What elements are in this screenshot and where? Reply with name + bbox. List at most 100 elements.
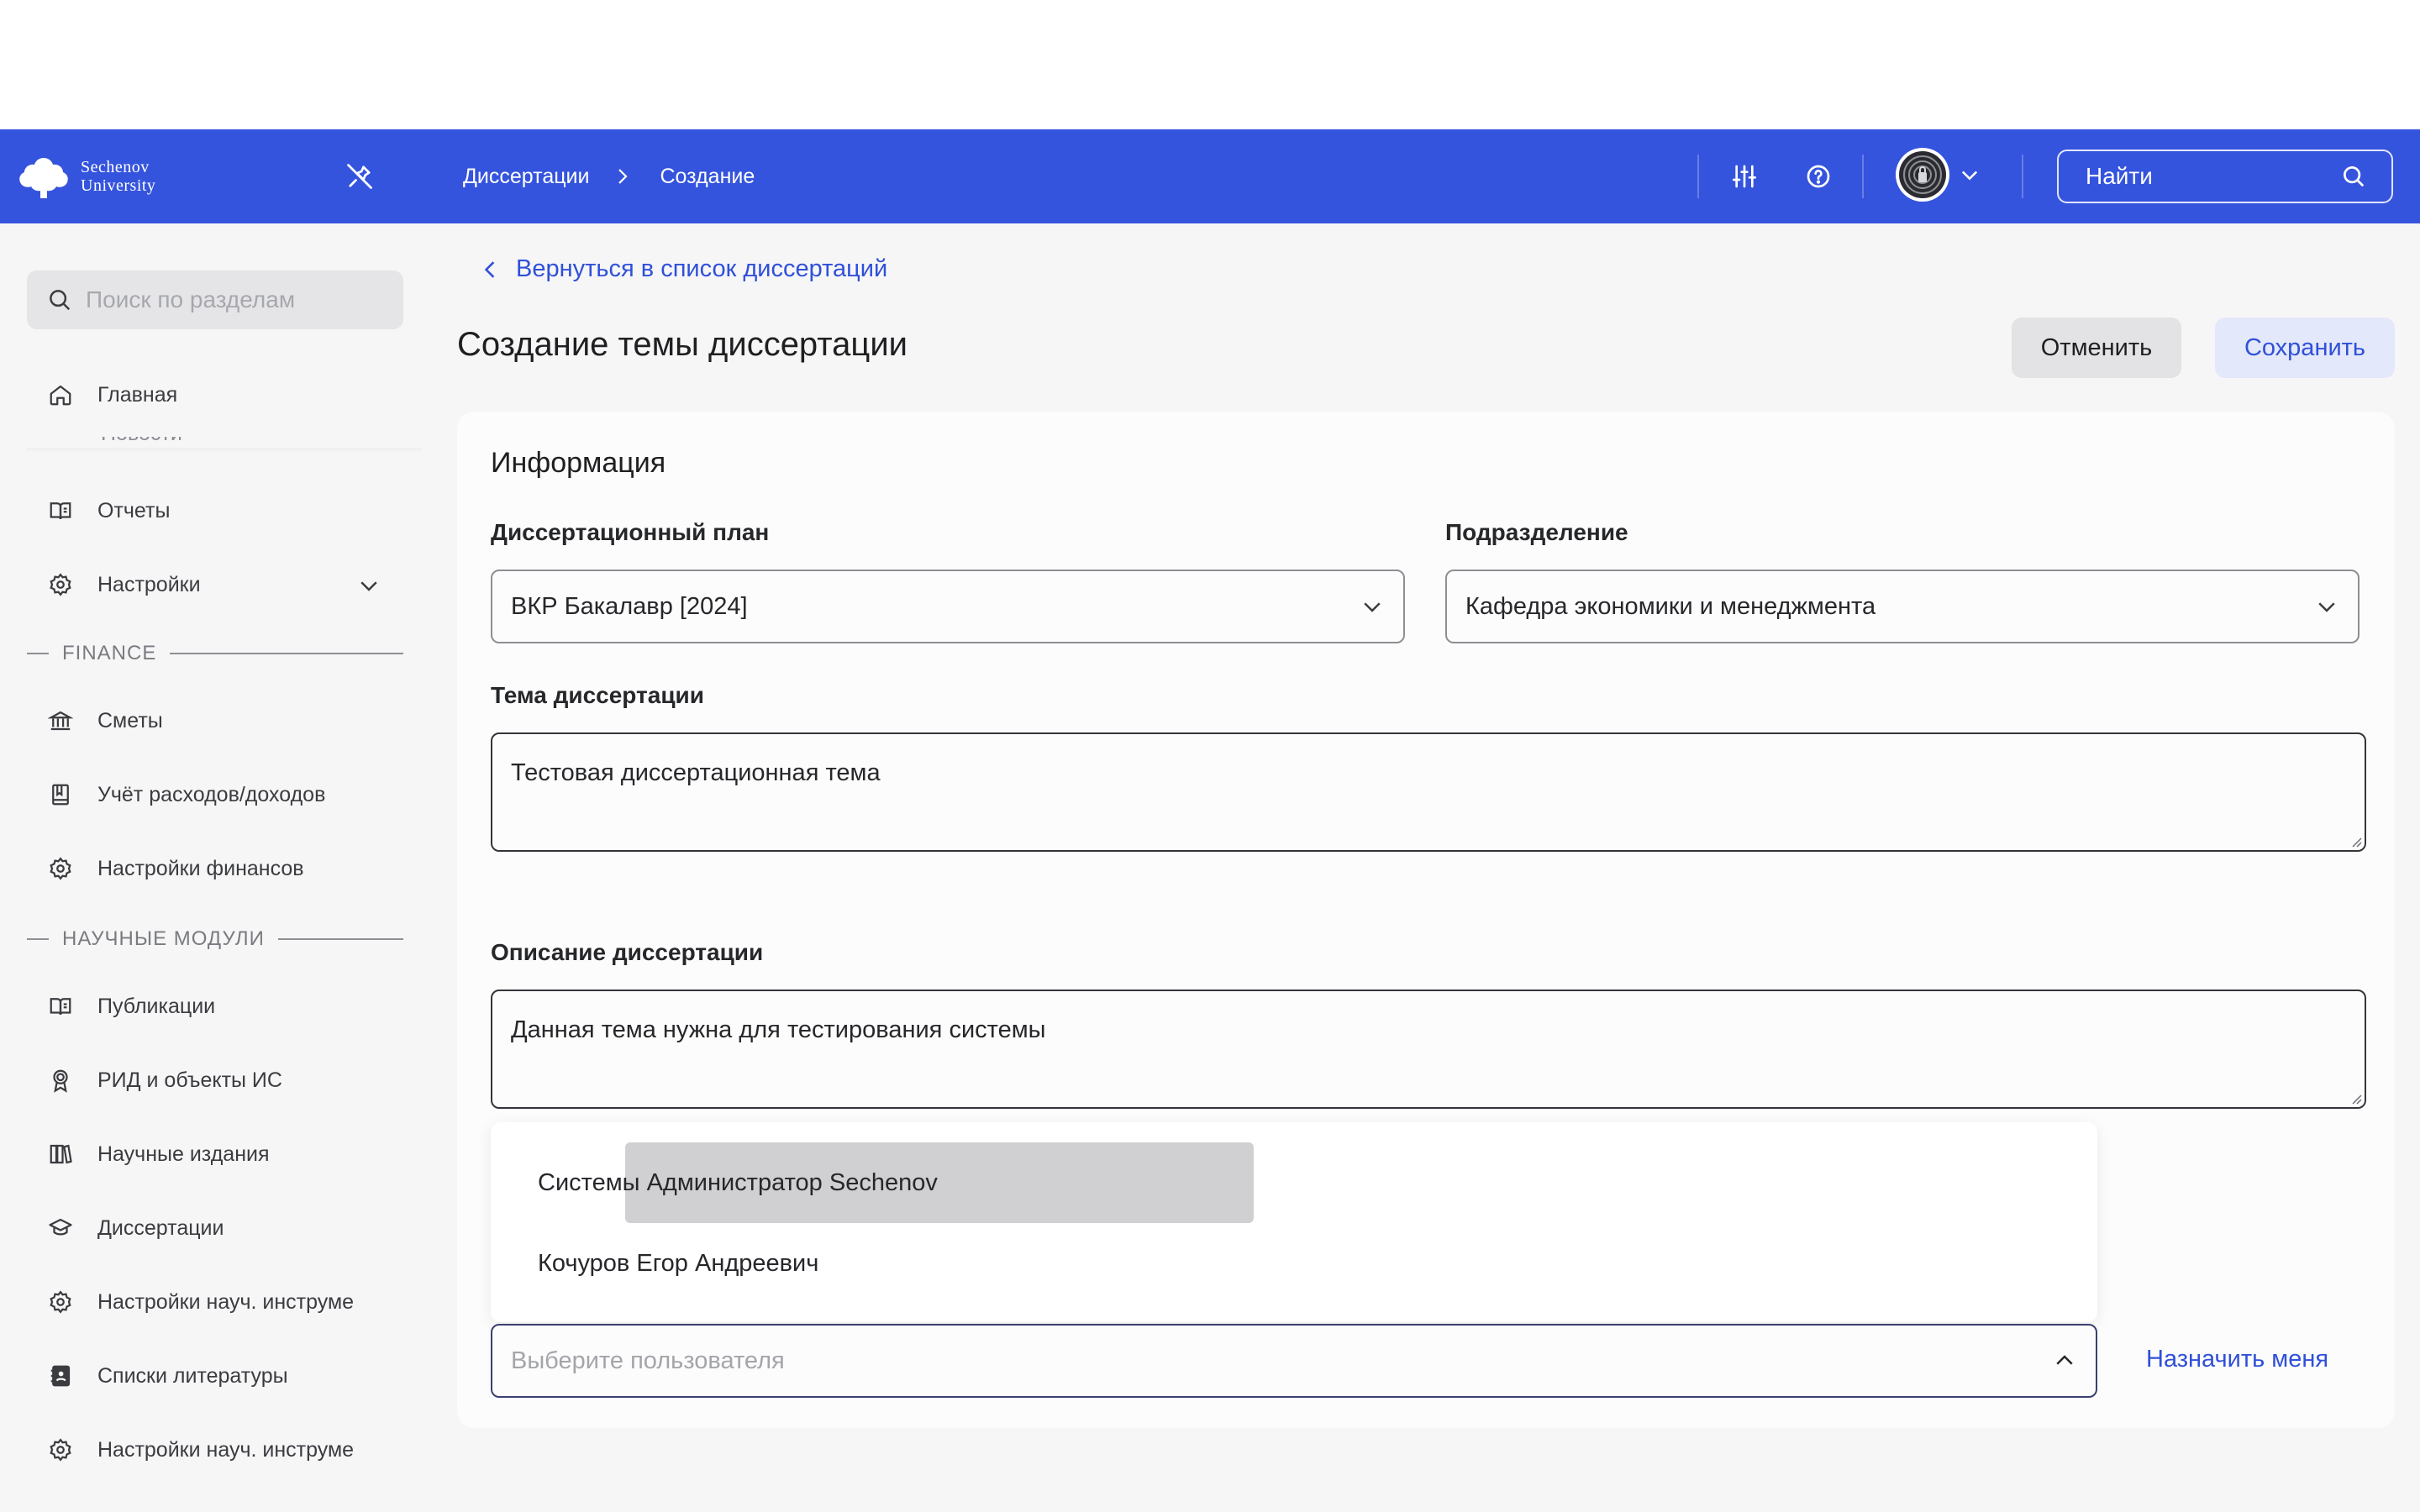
sidebar-item-literature[interactable]: Списки литературы	[47, 1357, 288, 1394]
scroll-shadow	[27, 448, 422, 453]
contacts-book-icon	[47, 1362, 74, 1389]
breadcrumb-dissertations[interactable]: Диссертации	[463, 160, 589, 193]
top-bar: Sechenov University Диссертации Создание	[0, 129, 2420, 223]
sidebar-item-label: Настройки науч. инструме	[97, 1437, 355, 1462]
graduation-cap-icon	[47, 1215, 74, 1242]
plan-select[interactable]: ВКР Бакалавр [2024]	[491, 570, 1405, 643]
sidebar-item-editions[interactable]: Научные издания	[47, 1136, 270, 1173]
resize-handle-icon[interactable]	[2348, 833, 2363, 848]
search-icon	[2344, 166, 2365, 187]
sidebar-item-settings[interactable]: Настройки	[47, 566, 201, 603]
chevron-left-icon	[484, 260, 495, 278]
sidebar-item-estimates[interactable]: Сметы	[47, 702, 163, 739]
divider	[2022, 155, 2023, 198]
award-icon	[47, 1067, 74, 1094]
sidebar-item-dissertations[interactable]: Диссертации	[47, 1210, 224, 1247]
search-icon	[50, 290, 71, 311]
gear-icon	[47, 1289, 74, 1315]
sidebar-item-clipped[interactable]: Новости	[47, 437, 299, 449]
desc-label: Описание диссертации	[491, 939, 764, 965]
sidebar-item-label: Настройки науч. инструме	[97, 1289, 355, 1314]
card-title: Информация	[491, 447, 666, 479]
sliders-icon[interactable]	[1728, 160, 1761, 193]
search-placeholder: Найти	[2086, 163, 2153, 189]
back-link-label: Вернуться в список диссертаций	[516, 255, 888, 282]
breadcrumb: Диссертации Создание	[463, 160, 755, 193]
home-icon	[47, 381, 74, 408]
sidebar-item-label: Диссертации	[97, 1215, 224, 1240]
fingerprint-avatar-icon	[1899, 151, 1946, 198]
sidebar-item-rid[interactable]: РИД и объекты ИС	[47, 1062, 282, 1099]
logo-line2: University	[81, 176, 156, 195]
chevron-up-icon	[2056, 1355, 2073, 1365]
sidebar-item-label: Учёт расходов/доходов	[97, 782, 326, 806]
section-header-finance: FINANCE	[27, 642, 403, 665]
chevron-down-icon	[1364, 602, 1381, 612]
sidebar-item-sci-settings-1[interactable]: Настройки науч. инструме	[47, 1284, 354, 1320]
topic-value: Тестовая диссертационная тема	[511, 759, 881, 786]
ledger-icon	[47, 781, 74, 808]
dropdown-option[interactable]: Системы Администратор Sechenov	[538, 1169, 938, 1197]
book-open-icon	[47, 993, 74, 1020]
chevron-right-icon	[614, 166, 631, 186]
chevron-down-icon[interactable]	[356, 573, 381, 602]
topic-textarea[interactable]: Тестовая диссертационная тема	[491, 732, 2366, 852]
page-title: Создание темы диссертации	[457, 326, 908, 363]
divider	[1862, 155, 1864, 198]
plan-value: ВКР Бакалавр [2024]	[511, 592, 748, 620]
pin-off-icon[interactable]	[345, 161, 375, 196]
sidebar-item-label: Сметы	[97, 708, 163, 732]
sidebar: Поиск по разделам Главная Новости Отчеты…	[0, 223, 429, 1512]
breadcrumb-create: Создание	[660, 165, 755, 188]
sechenov-logo[interactable]: Sechenov University	[17, 153, 155, 200]
sidebar-item-sci-settings-2[interactable]: Настройки науч. инструме	[47, 1431, 354, 1468]
info-card: Информация Диссертационный план ВКР Бака…	[457, 412, 2395, 1428]
sidebar-item-publications[interactable]: Публикации	[47, 988, 215, 1025]
sidebar-search-placeholder: Поиск по разделам	[86, 286, 296, 312]
plan-label: Диссертационный план	[491, 519, 770, 545]
sidebar-item-label: Новости	[47, 437, 299, 446]
main-content: Вернуться в список диссертаций Создание …	[429, 223, 2420, 1512]
book-open-icon	[47, 497, 74, 524]
gear-icon	[47, 855, 74, 882]
bank-icon	[47, 707, 74, 734]
dept-select[interactable]: Кафедра экономики и менеджмента	[1445, 570, 2360, 643]
logo-line1: Sechenov	[81, 158, 150, 176]
user-select-placeholder: Выберите пользователя	[511, 1347, 785, 1374]
sidebar-item-label: Главная	[97, 382, 178, 407]
section-header-science: НАУЧНЫЕ МОДУЛИ	[27, 927, 403, 951]
assign-me-link[interactable]: Назначить меня	[2146, 1346, 2328, 1373]
tree-logo-icon	[19, 158, 68, 198]
sidebar-item-home[interactable]: Главная	[47, 376, 177, 413]
dept-label: Подразделение	[1445, 519, 1628, 545]
cancel-button[interactable]: Отменить	[2012, 318, 2181, 378]
gear-icon	[47, 1436, 74, 1463]
sidebar-item-label: РИД и объекты ИС	[97, 1068, 282, 1092]
books-icon	[47, 1141, 74, 1168]
dept-value: Кафедра экономики и менеджмента	[1465, 592, 1876, 620]
avatar[interactable]	[1896, 148, 1949, 202]
dropdown-option[interactable]: Кочуров Егор Андреевич	[538, 1250, 818, 1278]
sidebar-item-label: Списки литературы	[97, 1363, 288, 1388]
gear-icon	[47, 571, 74, 598]
topic-label: Тема диссертации	[491, 682, 704, 708]
back-link[interactable]: Вернуться в список диссертаций	[481, 255, 887, 283]
sidebar-item-label: Публикации	[97, 994, 216, 1018]
sidebar-search-input[interactable]: Поиск по разделам	[27, 270, 403, 329]
sidebar-item-expenses[interactable]: Учёт расходов/доходов	[47, 776, 325, 813]
sidebar-item-label: Отчеты	[97, 498, 171, 522]
desc-textarea[interactable]: Данная тема нужна для тестирования систе…	[491, 990, 2366, 1109]
section-title: НАУЧНЫЕ МОДУЛИ	[62, 927, 265, 950]
logo-text: Sechenov University	[81, 158, 155, 195]
user-select[interactable]: Выберите пользователя	[491, 1324, 2097, 1398]
sidebar-item-label: Настройки финансов	[97, 856, 304, 880]
global-search-input[interactable]: Найти	[2057, 150, 2393, 203]
save-button[interactable]: Сохранить	[2215, 318, 2395, 378]
sidebar-item-reports[interactable]: Отчеты	[47, 492, 170, 529]
chevron-down-icon[interactable]	[1958, 163, 1981, 191]
resize-handle-icon[interactable]	[2348, 1090, 2363, 1105]
sidebar-item-label: Научные издания	[97, 1142, 270, 1166]
sidebar-item-finance-settings[interactable]: Настройки финансов	[47, 850, 304, 887]
desc-value: Данная тема нужна для тестирования систе…	[511, 1016, 1046, 1043]
help-icon[interactable]	[1802, 160, 1835, 193]
